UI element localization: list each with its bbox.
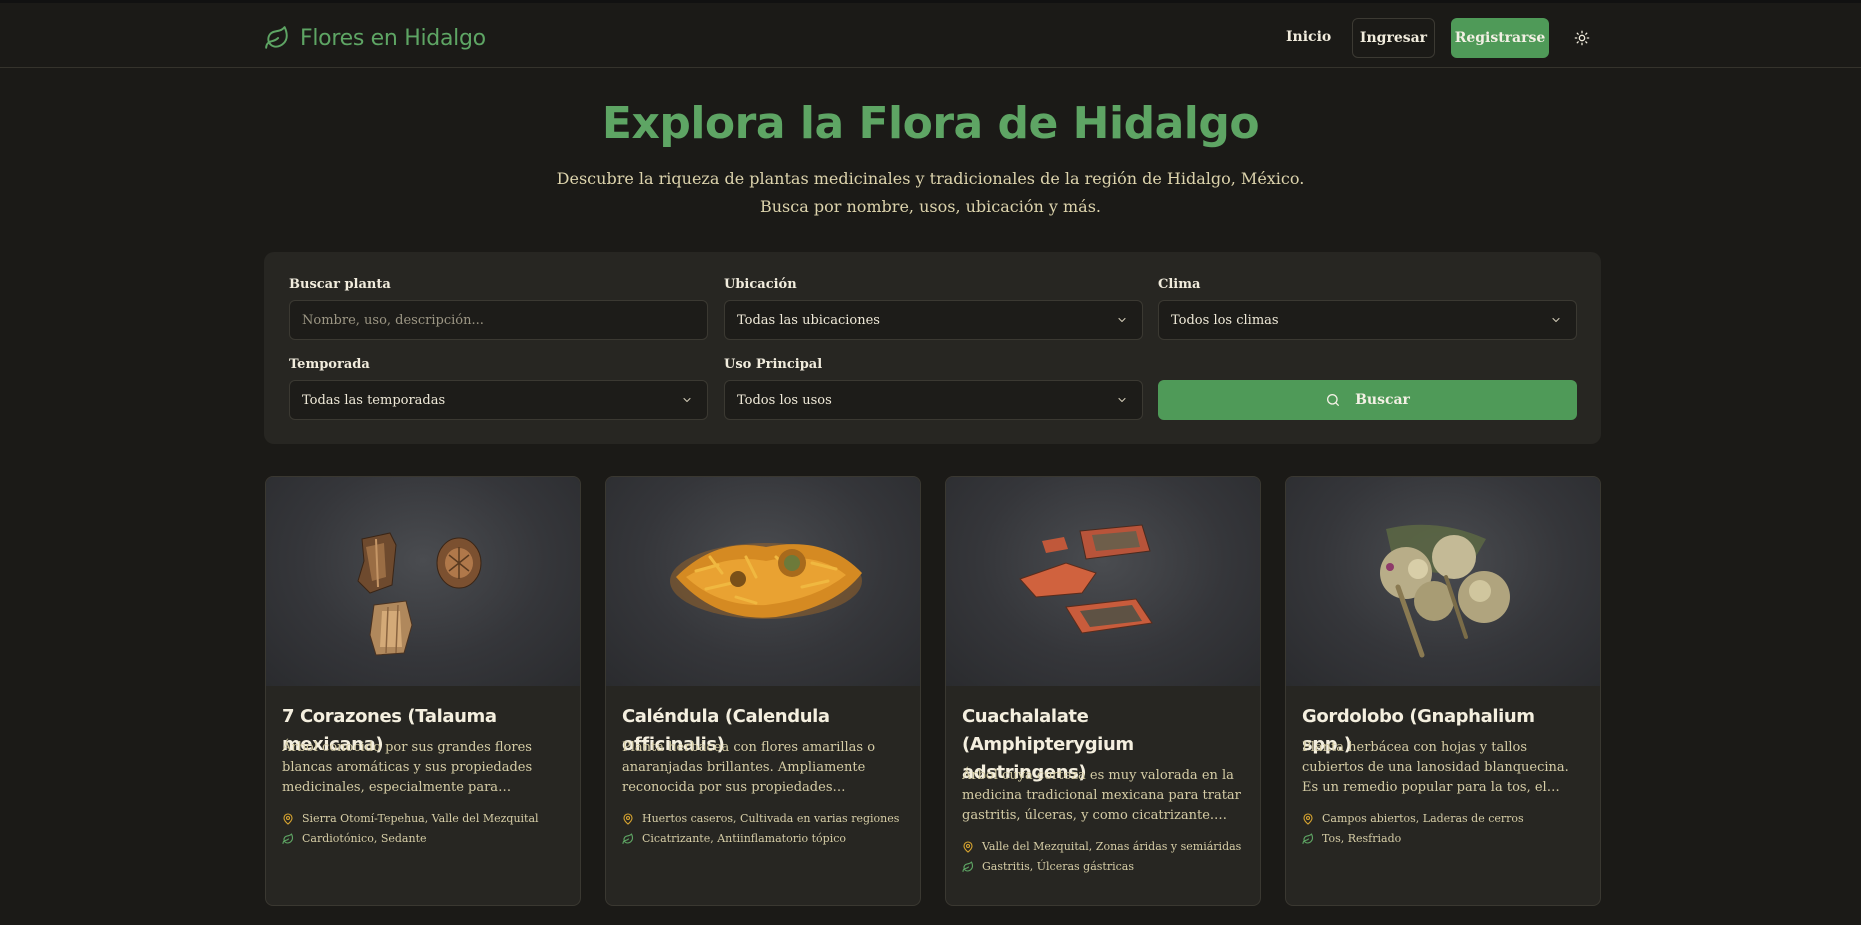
climate-select[interactable]: Todos los climas (1158, 300, 1577, 340)
map-pin-icon (623, 812, 633, 825)
chevron-down-icon (1552, 317, 1560, 323)
plant-image (1286, 477, 1600, 686)
plant-card-calendula[interactable]: Caléndula (Calendula officinalis) Planta… (605, 476, 921, 906)
plant-image (946, 477, 1260, 686)
plant-location: Valle del Mezquital, Zonas áridas y semi… (962, 840, 1246, 853)
plant-uses-text: Cicatrizante, Antiinflamatorio tópico (642, 832, 846, 845)
plant-uses-text: Tos, Resfriado (1322, 832, 1402, 845)
chevron-down-icon (1118, 317, 1126, 323)
search-filters-panel: Buscar planta Nombre, uso, descripción..… (264, 252, 1601, 444)
plant-uses-text: Gastritis, Úlceras gástricas (982, 860, 1134, 873)
season-select[interactable]: Todas las temporadas (289, 380, 708, 420)
leaf-icon (1302, 832, 1314, 844)
main-nav: Inicio Ingresar Registrarse (0, 18, 1861, 58)
register-button[interactable]: Registrarse (1451, 18, 1549, 58)
leaf-icon (622, 832, 634, 844)
use-select-value: Todos los usos (737, 392, 832, 408)
search-label: Buscar planta (289, 277, 391, 292)
plant-location: Campos abiertos, Laderas de cerros (1302, 812, 1586, 825)
plant-image (606, 477, 920, 686)
top-navbar: Flores en Hidalgo Inicio Ingresar Regist… (0, 0, 1861, 68)
map-pin-icon (963, 840, 973, 853)
location-select-value: Todas las ubicaciones (737, 312, 880, 328)
plant-image (266, 477, 580, 686)
plant-card-cuachalalate[interactable]: Cuachalalate (Amphipterygium adstringens… (945, 476, 1261, 906)
search-button-label: Buscar (1355, 392, 1410, 408)
season-select-value: Todas las temporadas (302, 392, 446, 408)
plant-description: Planta herbácea con hojas y tallos cubie… (1302, 740, 1569, 795)
login-button[interactable]: Ingresar (1352, 18, 1435, 58)
plant-location-text: Valle del Mezquital, Zonas áridas y semi… (982, 840, 1242, 853)
plant-uses: Tos, Resfriado (1302, 832, 1586, 845)
use-label: Uso Principal (724, 357, 823, 372)
plant-uses-text: Cardiotónico, Sedante (302, 832, 427, 845)
chevron-down-icon (1118, 397, 1126, 403)
plant-uses: Gastritis, Úlceras gástricas (962, 860, 1246, 873)
climate-select-value: Todos los climas (1171, 312, 1279, 328)
plant-description: Árbol conocido por sus grandes flores bl… (282, 740, 533, 795)
climate-label: Clima (1158, 277, 1201, 292)
location-label: Ubicación (724, 277, 797, 292)
plant-card-gordolobo[interactable]: Gordolobo (Gnaphalium spp.) Planta herbá… (1285, 476, 1601, 906)
plant-location-text: Sierra Otomí-Tepehua, Valle del Mezquita… (302, 812, 539, 825)
leaf-icon (962, 860, 974, 872)
plant-description: Árbol cuya corteza es muy valorada en la… (962, 768, 1241, 823)
chevron-down-icon (683, 397, 691, 403)
leaf-icon (282, 832, 294, 844)
search-icon (1327, 394, 1340, 406)
page-subtitle: Descubre la riqueza de plantas medicinal… (0, 165, 1861, 221)
plant-uses: Cicatrizante, Antiinflamatorio tópico (622, 832, 906, 845)
subtitle-line-1: Descubre la riqueza de plantas medicinal… (556, 169, 1305, 188)
plant-location-text: Campos abiertos, Laderas de cerros (1322, 812, 1524, 825)
season-label: Temporada (289, 357, 370, 372)
map-pin-icon (1303, 812, 1313, 825)
plant-location: Huertos caseros, Cultivada en varias reg… (622, 812, 906, 825)
use-select[interactable]: Todos los usos (724, 380, 1143, 420)
plant-description: Planta herbácea con flores amarillas o a… (622, 740, 876, 795)
plant-location-text: Huertos caseros, Cultivada en varias reg… (642, 812, 900, 825)
location-select[interactable]: Todas las ubicaciones (724, 300, 1143, 340)
plant-card-7-corazones[interactable]: 7 Corazones (Talauma mexicana) Árbol con… (265, 476, 581, 906)
search-button[interactable]: Buscar (1158, 380, 1577, 420)
nav-link-inicio[interactable]: Inicio (1286, 29, 1331, 45)
sun-icon (1574, 30, 1590, 46)
theme-toggle-button[interactable] (1571, 27, 1593, 49)
plant-location: Sierra Otomí-Tepehua, Valle del Mezquita… (282, 812, 566, 825)
plant-uses: Cardiotónico, Sedante (282, 832, 566, 845)
subtitle-line-2: Busca por nombre, usos, ubicación y más. (759, 197, 1102, 216)
map-pin-icon (283, 812, 293, 825)
page-title: Explora la Flora de Hidalgo (601, 98, 1260, 149)
search-input[interactable]: Nombre, uso, descripción... (289, 300, 708, 340)
